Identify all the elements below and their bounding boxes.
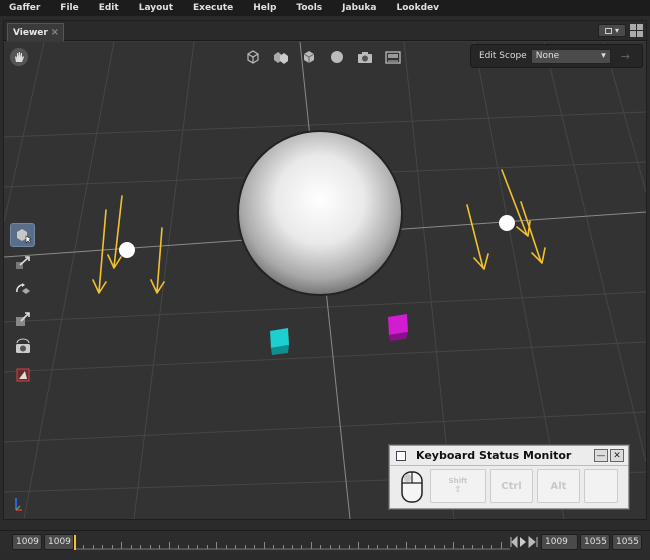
minimize-icon[interactable]: — [594,449,608,462]
ctrl-key-label: Ctrl [501,480,522,492]
shading-mode-icon[interactable] [272,48,290,66]
menu-file[interactable]: File [50,3,88,13]
menu-gaffer[interactable]: Gaffer [0,3,50,13]
axis-gizmo-icon [12,494,26,515]
menu-jabuka[interactable]: Jabuka [332,3,386,13]
ksm-window-icon [396,450,406,461]
layout-icon [604,27,612,34]
viewport[interactable]: Edit Scope None ▾ → Keyboard Status Moni… [4,42,646,519]
timeline-end-outer-value: 1055 [616,537,639,547]
edit-scope-value: None [535,51,560,61]
chevron-down-icon: ▾ [614,26,619,35]
arrow-right-icon[interactable]: → [621,50,630,63]
menubar: Gaffer File Edit Layout Execute Help Too… [0,0,650,16]
light-source [499,215,515,231]
translate-tool-icon[interactable] [10,251,35,275]
menu-help[interactable]: Help [243,3,286,13]
light-arrow [107,195,123,269]
ksm-keys: Shift ⇧ Ctrl Alt [398,469,618,505]
edit-scope-select[interactable]: None ▾ [530,48,611,64]
viewer-panel: Viewer × ▾ Edit Scope None ▾ → Keyboard … [3,20,647,520]
menu-edit[interactable]: Edit [89,3,129,13]
menu-layout[interactable]: Layout [129,3,183,13]
timeline-start-inner-field[interactable]: 1009 [44,534,74,550]
camera-icon[interactable] [356,48,374,66]
timeline-end-inner-value: 1055 [584,537,607,547]
sphere [237,130,403,296]
menu-tools[interactable]: Tools [286,3,332,13]
chevron-down-icon: ▾ [601,51,606,61]
mouse-icon [398,469,426,505]
keyboard-status-monitor: Keyboard Status Monitor — ✕ Shift ⇧ Ctrl [389,445,629,509]
light-arrow [466,204,489,270]
timeline-start-inner-value: 1009 [48,537,71,547]
shift-key-label: Shift [448,477,468,485]
scale-tool-icon[interactable] [10,307,35,331]
crop-window-tool-icon[interactable] [10,363,35,387]
timeline-start-outer-value: 1009 [16,537,39,547]
cube-magenta [388,314,408,341]
tab-viewer[interactable]: Viewer × [7,23,64,41]
ctrl-key: Ctrl [490,469,533,503]
edit-scope: Edit Scope None ▾ → [470,44,643,68]
extra-key [584,469,618,503]
light-arrow [150,227,165,294]
image-icon[interactable] [384,48,402,66]
grid-icon[interactable] [630,24,643,37]
timeline: 1009 1009 1009 1055 1055 [0,530,650,552]
alt-key-label: Alt [550,480,567,492]
timeline-end-inner-field[interactable]: 1055 [580,534,610,550]
ksm-title: Keyboard Status Monitor [416,449,572,462]
cube-wireframe-icon[interactable] [244,48,262,66]
tab-close-icon[interactable]: × [51,27,59,38]
rotate-tool-icon[interactable] [10,279,35,303]
selection-tool-icon[interactable] [10,223,35,247]
ksm-window-buttons: — ✕ [594,449,624,462]
alt-key: Alt [537,469,580,503]
timeline-end-outer-field[interactable]: 1055 [612,534,642,550]
solid-cube-icon[interactable] [300,48,318,66]
layout-menu-button[interactable]: ▾ [598,24,626,37]
menu-lookdev[interactable]: Lookdev [387,3,450,13]
hand-icon[interactable] [10,48,28,66]
playback-controls-icon[interactable] [510,536,540,548]
menu-execute[interactable]: Execute [183,3,243,13]
close-icon[interactable]: ✕ [610,449,624,462]
shift-arrow-icon: ⇧ [454,485,462,495]
light-source [119,242,135,258]
camera-tool-icon[interactable] [10,335,35,359]
shift-key: Shift ⇧ [430,469,486,503]
cube-cyan [270,328,289,355]
ksm-titlebar[interactable]: Keyboard Status Monitor — ✕ [390,446,628,466]
timeline-current-value: 1009 [545,537,568,547]
playhead [74,535,76,550]
timeline-start-outer-field[interactable]: 1009 [12,534,42,550]
tab-bar: Viewer × ▾ [4,21,646,41]
light-arrow [92,209,107,294]
tabbar-controls: ▾ [598,24,643,37]
viewer-top-toolbar [244,48,402,66]
sphere-icon[interactable] [328,48,346,66]
edit-scope-label: Edit Scope [479,51,527,61]
tab-viewer-label: Viewer [13,27,48,38]
frame-ruler[interactable] [74,533,510,551]
timeline-current-field[interactable]: 1009 [541,534,578,550]
viewer-left-toolbar [10,223,35,387]
